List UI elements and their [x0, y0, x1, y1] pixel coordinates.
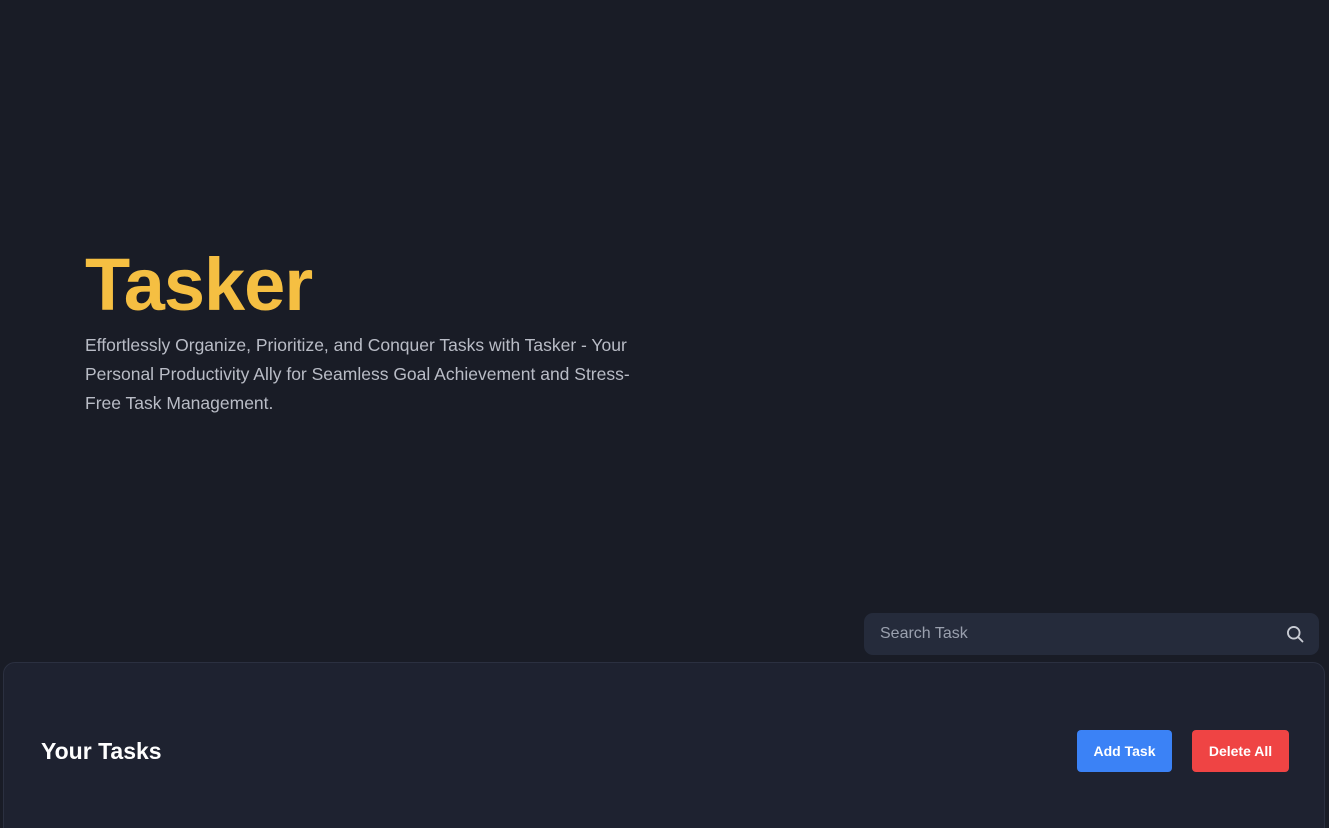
hero-section: Tasker Effortlessly Organize, Prioritize…: [85, 243, 685, 418]
delete-all-button[interactable]: Delete All: [1192, 730, 1289, 772]
search-icon[interactable]: [1283, 622, 1307, 646]
tasks-panel: Your Tasks Add Task Delete All: [3, 662, 1325, 828]
app-title: Tasker: [85, 243, 313, 326]
search-input[interactable]: [864, 613, 1264, 655]
app-page: Tasker Effortlessly Organize, Prioritize…: [0, 0, 1329, 828]
tasks-heading: Your Tasks: [41, 738, 162, 764]
add-task-button[interactable]: Add Task: [1077, 730, 1172, 772]
app-tagline: Effortlessly Organize, Prioritize, and C…: [85, 335, 630, 413]
search-box: [864, 613, 1319, 655]
